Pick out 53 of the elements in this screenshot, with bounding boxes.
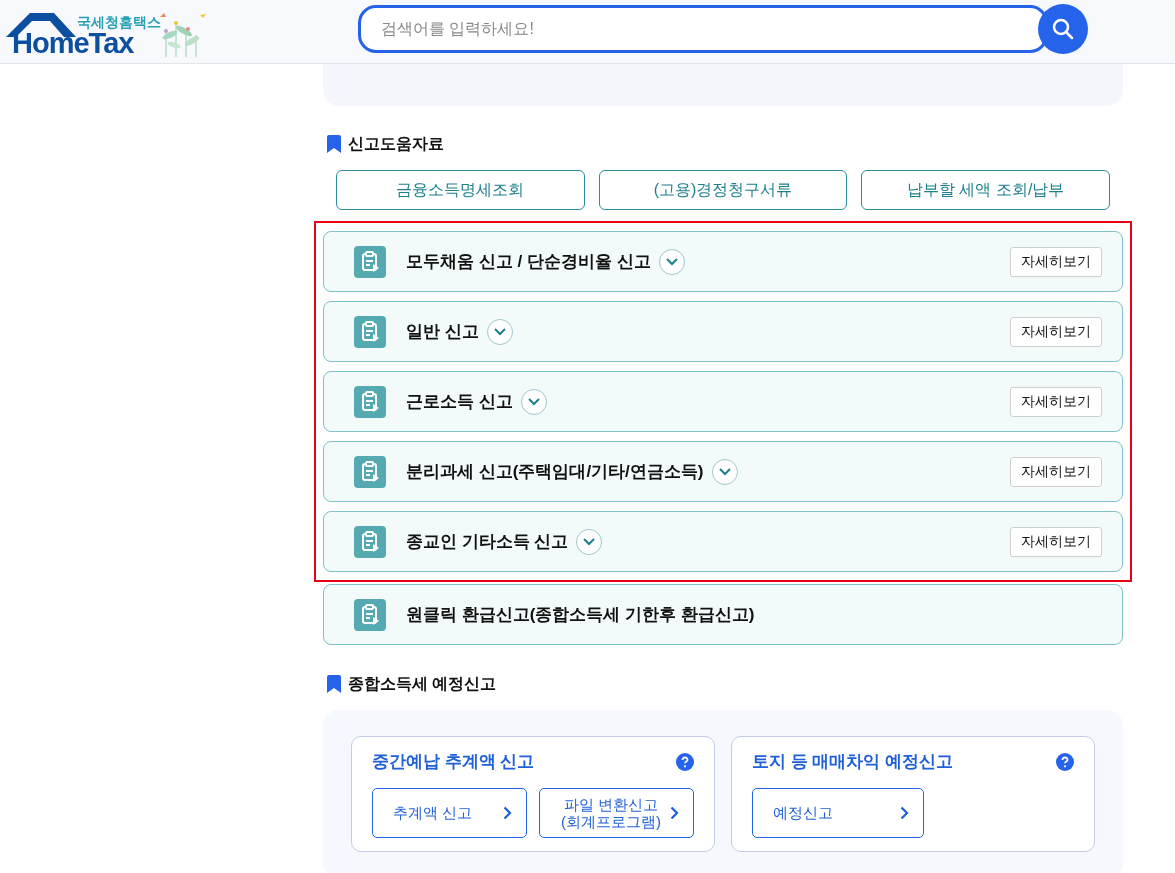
document-icon	[354, 525, 386, 558]
report-item[interactable]: 원클릭 환급신고(종합소득세 기한후 환급신고)	[323, 584, 1123, 645]
document-icon	[354, 245, 386, 278]
expand-button[interactable]	[658, 248, 685, 275]
detail-button[interactable]: 자세히보기	[1010, 456, 1102, 487]
logo-caption: 국세청홈택스	[77, 14, 161, 29]
bookmark-icon	[327, 675, 341, 693]
detail-button[interactable]: 자세히보기	[1010, 246, 1102, 277]
card-title: 중간예납 추계액 신고	[372, 751, 535, 773]
report-title: 근로소득 신고	[406, 390, 513, 413]
report-item[interactable]: 종교인 기타소득 신고 자세히보기	[323, 511, 1123, 572]
card-title: 토지 등 매매차익 예정신고	[752, 751, 954, 773]
report-link-button[interactable]: 파일 변환신고 (회계프로그램)	[539, 787, 694, 838]
report-title: 일반 신고	[406, 320, 479, 343]
help-link-button[interactable]: 금융소득명세조회	[336, 170, 585, 210]
chevron-icon	[527, 397, 540, 406]
detail-button[interactable]: 자세히보기	[1010, 386, 1102, 417]
report-link-button[interactable]: 예정신고	[752, 787, 924, 838]
chevron-icon	[493, 327, 506, 336]
expand-button[interactable]	[576, 528, 603, 555]
report-item[interactable]: 일반 신고 자세히보기	[323, 301, 1123, 362]
chevron-right-icon	[670, 805, 679, 820]
report-title: 모두채움 신고 / 단순경비율 신고	[406, 250, 651, 273]
detail-button[interactable]: 자세히보기	[1010, 316, 1102, 347]
report-item[interactable]: 근로소득 신고 자세히보기	[323, 371, 1123, 432]
document-icon	[354, 385, 386, 418]
document-icon	[354, 455, 386, 488]
help-link-button[interactable]: 납부할 세액 조회/납부	[861, 170, 1110, 210]
bookmark-icon	[327, 135, 341, 153]
report-item[interactable]: 분리과세 신고(주택임대/기타/연금소득) 자세히보기	[323, 441, 1123, 502]
chevron-right-icon	[503, 805, 512, 820]
report-title: 원클릭 환급신고(종합소득세 기한후 환급신고)	[406, 603, 755, 626]
chevron-icon	[665, 257, 678, 266]
detail-button[interactable]: 자세히보기	[1010, 526, 1102, 557]
search-icon	[1051, 17, 1075, 41]
chevron-right-icon	[900, 805, 909, 820]
expand-button[interactable]	[486, 318, 513, 345]
help-icon[interactable]	[676, 752, 694, 771]
expand-button[interactable]	[711, 458, 738, 485]
report-link-button[interactable]: 추계액 신고	[372, 787, 527, 838]
report-item[interactable]: 모두채움 신고 / 단순경비율 신고 자세히보기	[323, 231, 1123, 292]
search-button[interactable]	[1038, 4, 1088, 54]
help-icon[interactable]	[1056, 752, 1074, 771]
chevron-icon	[583, 537, 596, 546]
expand-button[interactable]	[520, 388, 547, 415]
section-heading: 신고도움자료	[348, 134, 444, 154]
document-icon	[354, 315, 386, 348]
help-link-button[interactable]: (고용)경정청구서류	[598, 170, 848, 210]
chevron-icon	[718, 467, 731, 476]
section-heading: 종합소득세 예정신고	[348, 674, 497, 694]
report-title: 종교인 기타소득 신고	[406, 530, 569, 553]
report-title: 분리과세 신고(주택임대/기타/연금소득)	[406, 460, 704, 483]
document-icon	[354, 598, 386, 631]
